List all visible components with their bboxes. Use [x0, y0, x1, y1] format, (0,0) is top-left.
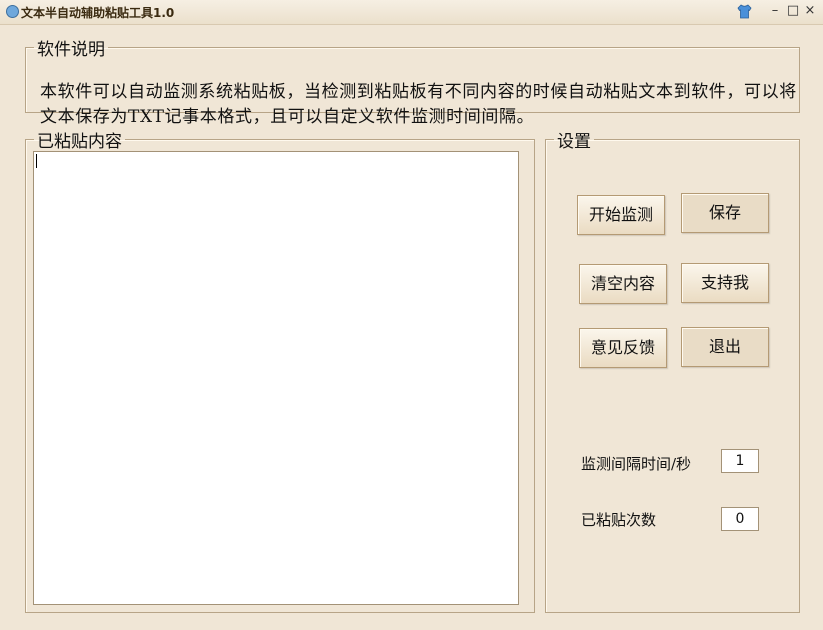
- minimize-button[interactable]: –: [766, 2, 784, 20]
- description-legend: 软件说明: [37, 40, 105, 60]
- pasted-content-legend: 已粘贴内容: [37, 132, 122, 152]
- start-monitor-button[interactable]: 开始监测: [577, 195, 665, 235]
- skin-shirt-icon[interactable]: [736, 3, 753, 20]
- window-title: 文本半自动辅助粘贴工具1.0: [21, 6, 175, 20]
- settings-legend: 设置: [557, 132, 591, 152]
- paste-count-label: 已粘贴次数: [581, 511, 657, 529]
- paste-count-field: 0: [721, 507, 759, 531]
- description-text: 本软件可以自动监测系统粘贴板，当检测到粘贴板有不同内容的时候自动粘贴文本到软件，…: [40, 82, 797, 127]
- app-icon: [6, 5, 19, 18]
- close-button[interactable]: ×: [801, 2, 819, 20]
- interval-label: 监测间隔时间/秒: [581, 455, 692, 473]
- feedback-button[interactable]: 意见反馈: [579, 328, 667, 368]
- maximize-button[interactable]: □: [784, 2, 802, 20]
- title-bar: 文本半自动辅助粘贴工具1.0 – □ ×: [0, 0, 823, 25]
- interval-input[interactable]: 1: [721, 449, 759, 473]
- save-button[interactable]: 保存: [681, 193, 769, 233]
- clear-content-button[interactable]: 清空内容: [579, 264, 667, 304]
- text-cursor: [36, 154, 37, 168]
- pasted-content-textarea[interactable]: [33, 151, 519, 605]
- support-me-button[interactable]: 支持我: [681, 263, 769, 303]
- description-group: 软件说明 本软件可以自动监测系统粘贴板，当检测到粘贴板有不同内容的时候自动粘贴文…: [25, 35, 800, 127]
- exit-button[interactable]: 退出: [681, 327, 769, 367]
